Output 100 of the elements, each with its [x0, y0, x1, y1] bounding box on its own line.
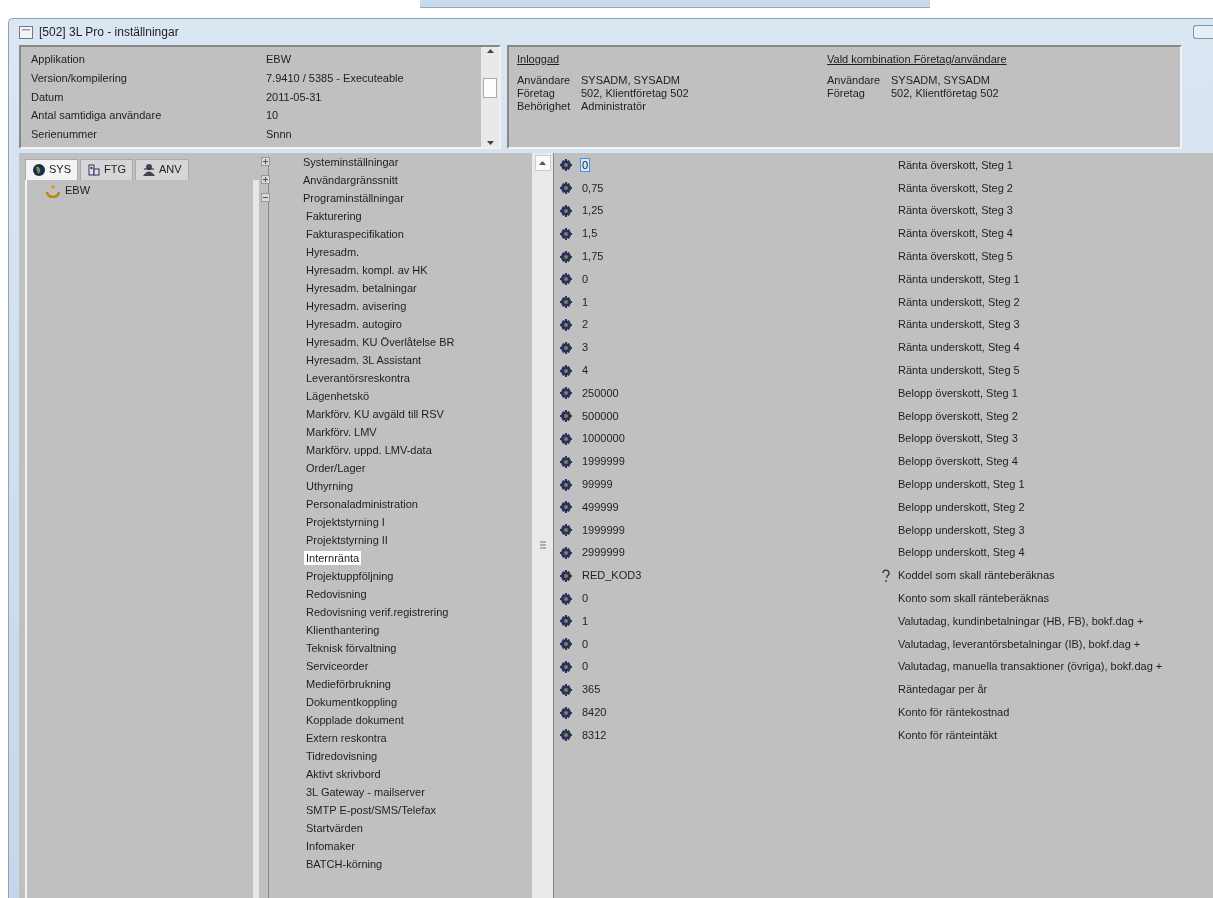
tree-item[interactable]: Markförv. uppd. LMV-data — [304, 443, 434, 457]
setting-value[interactable]: 500000 — [580, 409, 880, 423]
window-button[interactable] — [1193, 25, 1213, 39]
setting-value[interactable]: 1,5 — [580, 227, 880, 241]
setting-description: Ränta överskott, Steg 5 — [898, 250, 1013, 264]
tab[interactable]: SYS — [25, 159, 78, 180]
tree-item[interactable]: SMTP E-post/SMS/Telefax — [304, 803, 438, 817]
gear-icon — [560, 205, 572, 217]
setting-value[interactable]: 0 — [580, 272, 880, 286]
setting-value[interactable]: 99999 — [580, 477, 880, 492]
setting-value[interactable]: 8420 — [580, 705, 880, 720]
setting-value[interactable]: 250000 — [580, 386, 880, 400]
tree-item[interactable]: Hyresadm. betalningar — [304, 281, 419, 295]
tree-item[interactable]: Tidredovisning — [304, 749, 380, 763]
setting-value[interactable]: 1000000 — [580, 432, 880, 446]
tab[interactable]: ANV — [135, 159, 189, 180]
tree-item[interactable]: Kopplade dokument — [304, 713, 406, 727]
info-value: Snnn — [266, 128, 293, 143]
tree-item[interactable]: 3L Gateway - mailserver — [304, 785, 427, 799]
scroll-thumb[interactable] — [483, 78, 497, 98]
tree-item[interactable]: Projektuppföljning — [304, 569, 396, 583]
setting-value[interactable]: 4 — [580, 363, 880, 378]
setting-value[interactable]: 1999999 — [580, 523, 880, 537]
setting-value[interactable]: 0 — [580, 660, 880, 674]
tree-item[interactable]: Hyresadm. autogiro — [304, 317, 404, 331]
setting-value[interactable]: 0 — [580, 637, 880, 651]
setting-value[interactable]: 3 — [580, 341, 880, 355]
tree-item[interactable]: Extern reskontra — [304, 731, 389, 745]
tree-item[interactable]: Hyresadm. KU Överlåtelse BR — [304, 335, 457, 349]
tree-item[interactable]: Redovisning verif.registrering — [304, 605, 451, 619]
tab[interactable]: FTG — [80, 159, 133, 180]
tree-item[interactable]: Projektstyrning I — [304, 515, 387, 529]
tree-item[interactable]: Aktivt skrivbord — [304, 767, 383, 781]
scroll-up-button[interactable] — [534, 155, 551, 171]
scroll-up-icon[interactable] — [486, 49, 494, 53]
gear-icon — [560, 683, 572, 696]
info-value: SYSADM, SYSADM — [581, 74, 682, 87]
setting-value[interactable]: 499999 — [580, 500, 880, 514]
setting-value[interactable]: 0,75 — [580, 181, 880, 195]
tree-item[interactable]: Klienthantering — [304, 623, 382, 637]
setting-value[interactable]: 2999999 — [580, 546, 880, 560]
tree-item[interactable]: Fakturering — [304, 209, 364, 223]
setting-description: Ränta underskott, Steg 5 — [898, 363, 1020, 378]
scroll-down-icon[interactable] — [486, 141, 494, 145]
tree-item[interactable]: Fakturaspecifikation — [304, 227, 406, 241]
expand-icon[interactable] — [261, 157, 270, 166]
gear-icon — [560, 729, 572, 742]
tree-item[interactable]: Hyresadm. 3L Assistant — [304, 353, 424, 367]
setting-value[interactable]: 1,75 — [580, 250, 880, 264]
grip-icon[interactable] — [539, 541, 546, 549]
collapse-icon[interactable] — [261, 193, 270, 202]
tree-item[interactable]: Hyresadm. avisering — [304, 299, 409, 313]
info-label: Användare — [517, 74, 572, 87]
info-value: 502, Klientföretag 502 — [891, 87, 1000, 100]
gear-icon — [560, 455, 572, 468]
tree-item[interactable]: Systeminställningar — [301, 155, 401, 169]
setting-value[interactable]: 1 — [580, 614, 880, 628]
tree-item[interactable]: Personaladministration — [304, 497, 420, 511]
gear-icon — [560, 410, 572, 423]
info-value: 2011-05-31 — [266, 90, 323, 105]
setting-value[interactable]: 365 — [580, 683, 880, 697]
tree-item[interactable]: Användargränssnitt — [301, 173, 400, 187]
info-label: Antal samtidiga användare — [31, 109, 163, 124]
setting-value[interactable]: 1 — [580, 295, 880, 309]
splitter-bar[interactable] — [532, 153, 554, 898]
setting-value[interactable]: 2 — [580, 318, 880, 332]
tree-item[interactable]: Hyresadm. — [304, 245, 362, 259]
tree-item[interactable]: Order/Lager — [304, 461, 368, 475]
arrow-up-icon — [539, 161, 546, 165]
tree-item[interactable]: Internränta — [304, 551, 362, 565]
setting-value[interactable]: 0 — [580, 591, 880, 606]
tree-item[interactable]: Redovisning — [304, 587, 369, 601]
tree-item[interactable]: BATCH-körning — [304, 857, 385, 871]
tree-item[interactable]: EBW — [45, 184, 253, 198]
tree-item[interactable]: Markförv. LMV — [304, 425, 379, 439]
expand-icon[interactable] — [261, 175, 270, 184]
tree-item[interactable]: Projektstyrning II — [304, 533, 390, 547]
tree-item[interactable]: Hyresadm. kompl. av HK — [304, 263, 430, 277]
tree-item[interactable]: Startvärden — [304, 821, 365, 835]
setting-value[interactable]: 8312 — [580, 728, 880, 742]
setting-description: Belopp underskott, Steg 2 — [898, 500, 1025, 514]
setting-value[interactable]: 1999999 — [580, 455, 880, 469]
setting-value[interactable]: 1,25 — [580, 204, 880, 218]
tree-item[interactable]: Medieförbrukning — [304, 677, 393, 691]
setting-description: Ränta överskott, Steg 1 — [898, 158, 1013, 172]
tree-item[interactable]: Programinställningar — [301, 191, 406, 205]
tree-item[interactable]: Lägenhetskö — [304, 389, 371, 403]
tree-item[interactable]: Markförv. KU avgäld till RSV — [304, 407, 446, 421]
setting-value[interactable]: RED_KOD3 — [580, 569, 880, 583]
tree-item[interactable]: Infomaker — [304, 839, 357, 853]
scrollbar[interactable] — [481, 47, 499, 147]
tree-item[interactable]: Teknisk förvaltning — [304, 641, 399, 655]
info-label: Företag — [827, 87, 866, 100]
tree-item[interactable]: Serviceorder — [304, 659, 371, 673]
setting-value[interactable]: 0 — [580, 158, 880, 172]
gear-icon — [560, 341, 572, 354]
tree-item[interactable]: Dokumentkoppling — [304, 695, 400, 709]
info-label: Behörighet — [517, 100, 572, 113]
tree-item[interactable]: Uthyrning — [304, 479, 356, 493]
tree-item[interactable]: Leverantörsreskontra — [304, 371, 412, 385]
